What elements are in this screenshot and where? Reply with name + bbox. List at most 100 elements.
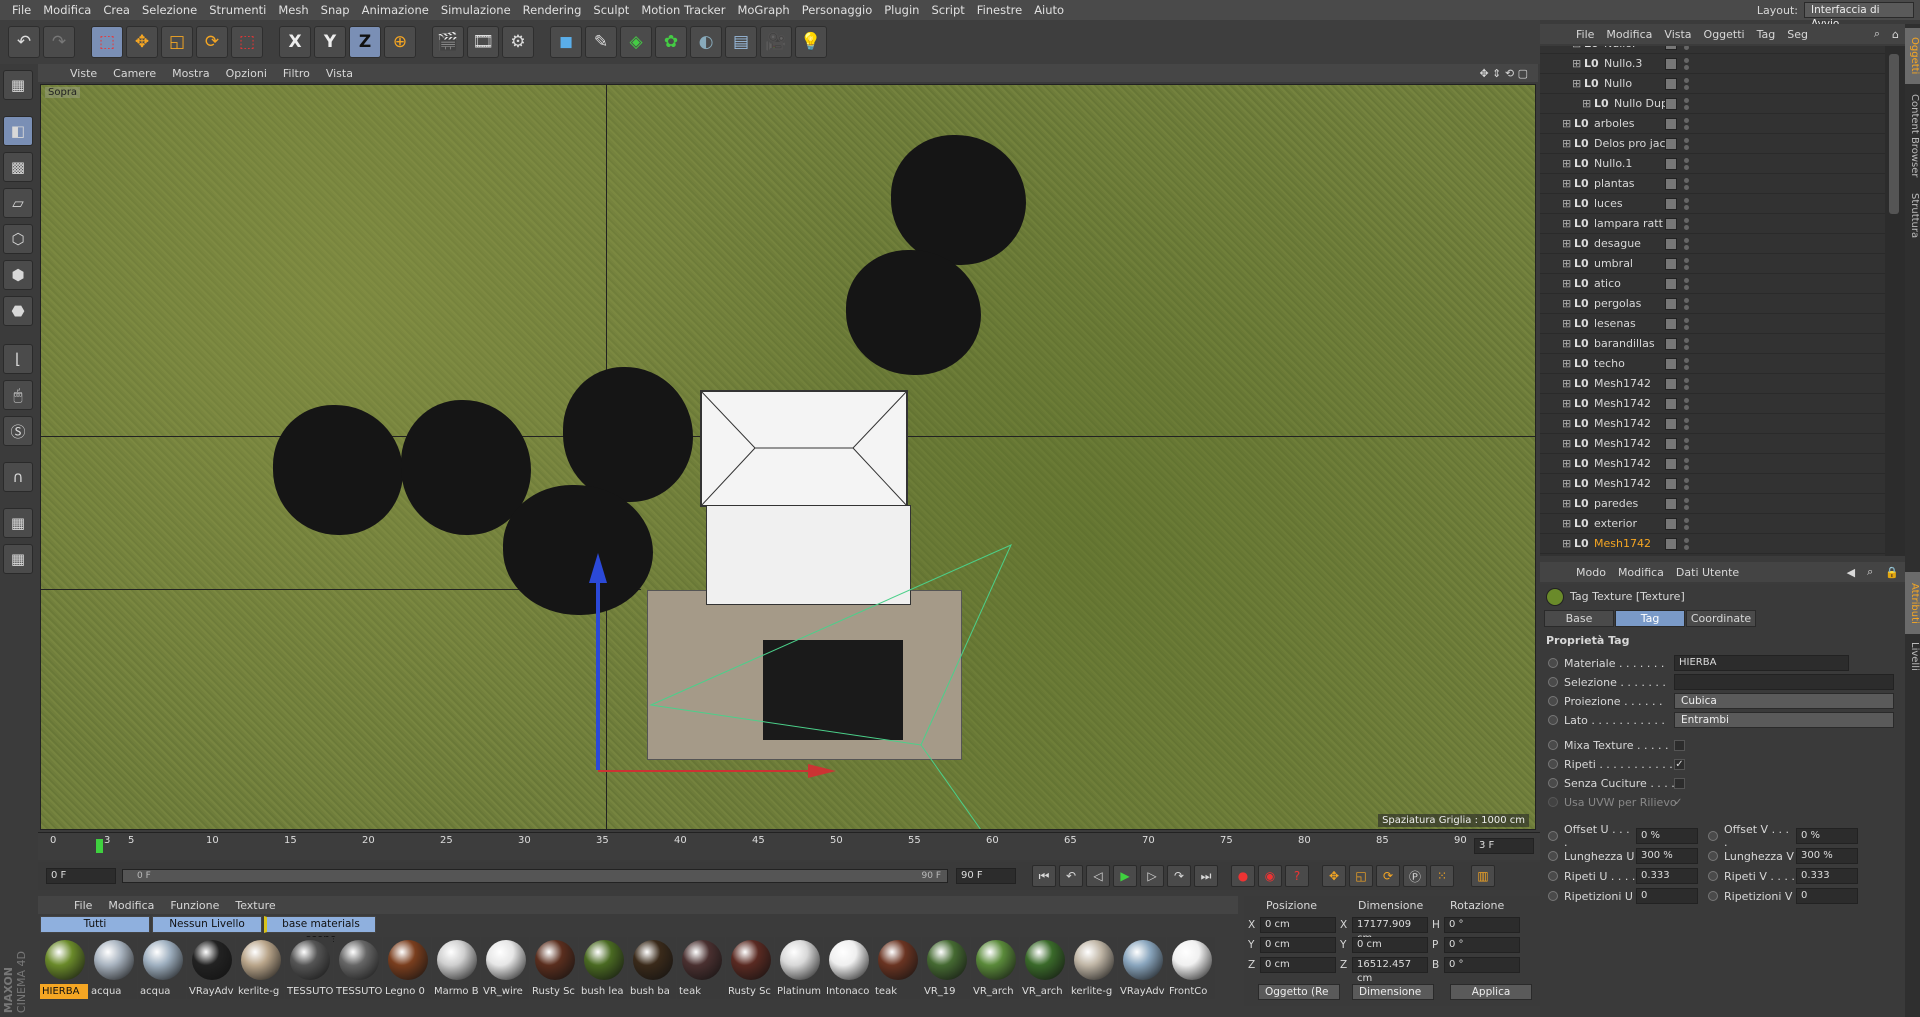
menu-item[interactable]: Plugin <box>878 3 925 17</box>
attr-menu-modo[interactable]: Modo <box>1570 566 1612 579</box>
object-row[interactable]: ⊞ L0 Mesh1742 <box>1540 454 1885 474</box>
coord-size-dropdown[interactable]: Dimensione <box>1352 984 1434 1000</box>
expand-icon[interactable]: ⊞ <box>1562 277 1571 290</box>
menu-item[interactable]: Crea <box>97 3 136 17</box>
deformer-icon[interactable]: ◐ <box>690 26 722 58</box>
object-row[interactable]: ⊞ L0 Delos pro jac <box>1540 134 1885 154</box>
layer-icon[interactable] <box>1665 457 1677 470</box>
visibility-dot[interactable] <box>1684 378 1689 383</box>
viewport-menu-opzioni[interactable]: Opzioni <box>218 67 275 80</box>
viewport-menu-viste[interactable]: Viste <box>62 67 105 80</box>
coordinate-system-icon[interactable]: ⊕ <box>384 26 416 58</box>
menu-item[interactable]: Strumenti <box>203 3 272 17</box>
material-thumbnail[interactable]: HIERBA <box>40 937 88 999</box>
object-row[interactable]: ⊞ L0 Mesh1742 <box>1540 374 1885 394</box>
selection-field[interactable] <box>1674 674 1894 690</box>
render-dot[interactable] <box>1684 545 1689 550</box>
object-row[interactable]: ⊞ L0 desague <box>1540 234 1885 254</box>
preview-range-slider[interactable]: 0 F 90 F <box>122 869 948 883</box>
material-thumbnail[interactable]: FrontCo <box>1167 937 1215 999</box>
layer-icon[interactable] <box>1665 117 1677 130</box>
material-thumbnail[interactable]: teak <box>873 937 921 999</box>
floor-icon[interactable]: ▤ <box>725 26 757 58</box>
visibility-dot[interactable] <box>1684 438 1689 443</box>
filter-tab-base-materials[interactable]: base materials scene <box>264 916 376 945</box>
camera-icon[interactable]: 🎥 <box>760 26 792 58</box>
tiles-v-field[interactable]: 0 <box>1796 888 1858 904</box>
repeat-u-field[interactable]: 0.333 <box>1636 868 1698 884</box>
layer-icon[interactable] <box>1665 46 1677 50</box>
sidetab-attributes[interactable]: Attributi <box>1905 572 1920 634</box>
layer-icon[interactable] <box>1665 57 1677 70</box>
expand-icon[interactable]: ⊞ <box>1562 297 1571 310</box>
render-dot[interactable] <box>1684 285 1689 290</box>
layer-icon[interactable] <box>1665 157 1677 170</box>
layer-icon[interactable] <box>1665 257 1677 270</box>
material-thumbnail[interactable]: bush ba <box>628 937 676 999</box>
visibility-dot[interactable] <box>1684 198 1689 203</box>
coord-rotation-field[interactable]: 0 ° <box>1444 917 1520 933</box>
object-row[interactable]: ⊞ L0 pergolas <box>1540 294 1885 314</box>
layer-icon[interactable] <box>1665 337 1677 350</box>
coord-position-field[interactable]: 0 cm <box>1260 937 1336 953</box>
expand-icon[interactable]: ⊞ <box>1562 377 1571 390</box>
render-dot[interactable] <box>1684 185 1689 190</box>
render-picture-viewer-icon[interactable]: 🎞 <box>467 26 499 58</box>
layer-icon[interactable] <box>1665 497 1677 510</box>
prev-frame-icon[interactable]: ◁ <box>1086 865 1110 887</box>
attr-menu-dati-utente[interactable]: Dati Utente <box>1670 566 1745 579</box>
scale-icon[interactable]: ◱ <box>161 26 193 58</box>
layer-icon[interactable] <box>1665 537 1677 550</box>
render-dot[interactable] <box>1684 145 1689 150</box>
projection-dropdown[interactable]: Cubica <box>1674 693 1894 709</box>
current-frame-marker[interactable] <box>96 839 103 853</box>
visibility-dot[interactable] <box>1684 238 1689 243</box>
object-row[interactable]: ⊞ L0 Mesh1742 <box>1540 414 1885 434</box>
object-scrollbar[interactable] <box>1885 46 1905 556</box>
object-row[interactable]: ⊞ L0 barandillas <box>1540 334 1885 354</box>
object-row[interactable]: ⊞ L0 lesenas <box>1540 314 1885 334</box>
render-dot[interactable] <box>1684 365 1689 370</box>
current-frame-field[interactable]: 3 F <box>1474 838 1534 854</box>
visibility-dot[interactable] <box>1684 278 1689 283</box>
edges-mode-icon[interactable]: ⬢ <box>3 260 33 290</box>
magnet-icon[interactable]: ∩ <box>3 462 33 492</box>
expand-icon[interactable]: ⊞ <box>1562 497 1571 510</box>
attr-menu-modifica[interactable]: Modifica <box>1612 566 1670 579</box>
visibility-dot[interactable] <box>1684 98 1689 103</box>
material-thumbnail[interactable]: Rusty Sc <box>726 937 774 999</box>
expand-icon[interactable]: ⊞ <box>1572 77 1581 90</box>
material-thumbnail[interactable]: VRayAdv <box>187 937 235 999</box>
coord-size-field[interactable]: 0 cm <box>1352 937 1428 953</box>
live-selection-icon[interactable]: ⬚ <box>91 26 123 58</box>
render-dot[interactable] <box>1684 225 1689 230</box>
menu-item[interactable]: Selezione <box>136 3 203 17</box>
layer-icon[interactable] <box>1665 97 1677 110</box>
object-home-icon[interactable]: ⌂ <box>1886 28 1905 41</box>
side-dropdown[interactable]: Entrambi <box>1674 712 1894 728</box>
menu-item[interactable]: Mesh <box>272 3 314 17</box>
render-dot[interactable] <box>1684 405 1689 410</box>
material-thumbnail[interactable]: VR_19 <box>922 937 970 999</box>
menu-item[interactable]: Simulazione <box>435 3 517 17</box>
rotate-icon[interactable]: ⟳ <box>196 26 228 58</box>
layer-icon[interactable] <box>1665 177 1677 190</box>
material-thumbnail[interactable]: acqua <box>138 937 186 999</box>
goto-end-icon[interactable]: ⏭ <box>1194 865 1218 887</box>
attr-lock-icon[interactable]: 🔒 <box>1879 566 1905 579</box>
expand-icon[interactable]: ⊞ <box>1562 357 1571 370</box>
menu-item[interactable]: Aiuto <box>1028 3 1070 17</box>
object-row[interactable]: ⊞ L0 Mesh1742 <box>1540 394 1885 414</box>
layer-icon[interactable] <box>1665 517 1677 530</box>
cloner-icon[interactable]: ✿ <box>655 26 687 58</box>
object-menu-tag[interactable]: Tag <box>1751 28 1782 41</box>
filter-tab-no-layer[interactable]: Nessun Livello <box>152 916 262 933</box>
object-row[interactable]: ⊞ L0 Nullo.1 <box>1540 154 1885 174</box>
sidetab-objects[interactable]: Oggetti <box>1905 28 1920 84</box>
mix-checkbox[interactable] <box>1674 739 1685 751</box>
object-menu-file[interactable]: File <box>1570 28 1600 41</box>
viewport-menu-camere[interactable]: Camere <box>105 67 164 80</box>
object-menu-oggetti[interactable]: Oggetti <box>1698 28 1751 41</box>
menu-item[interactable]: Script <box>925 3 970 17</box>
visibility-dot[interactable] <box>1684 298 1689 303</box>
